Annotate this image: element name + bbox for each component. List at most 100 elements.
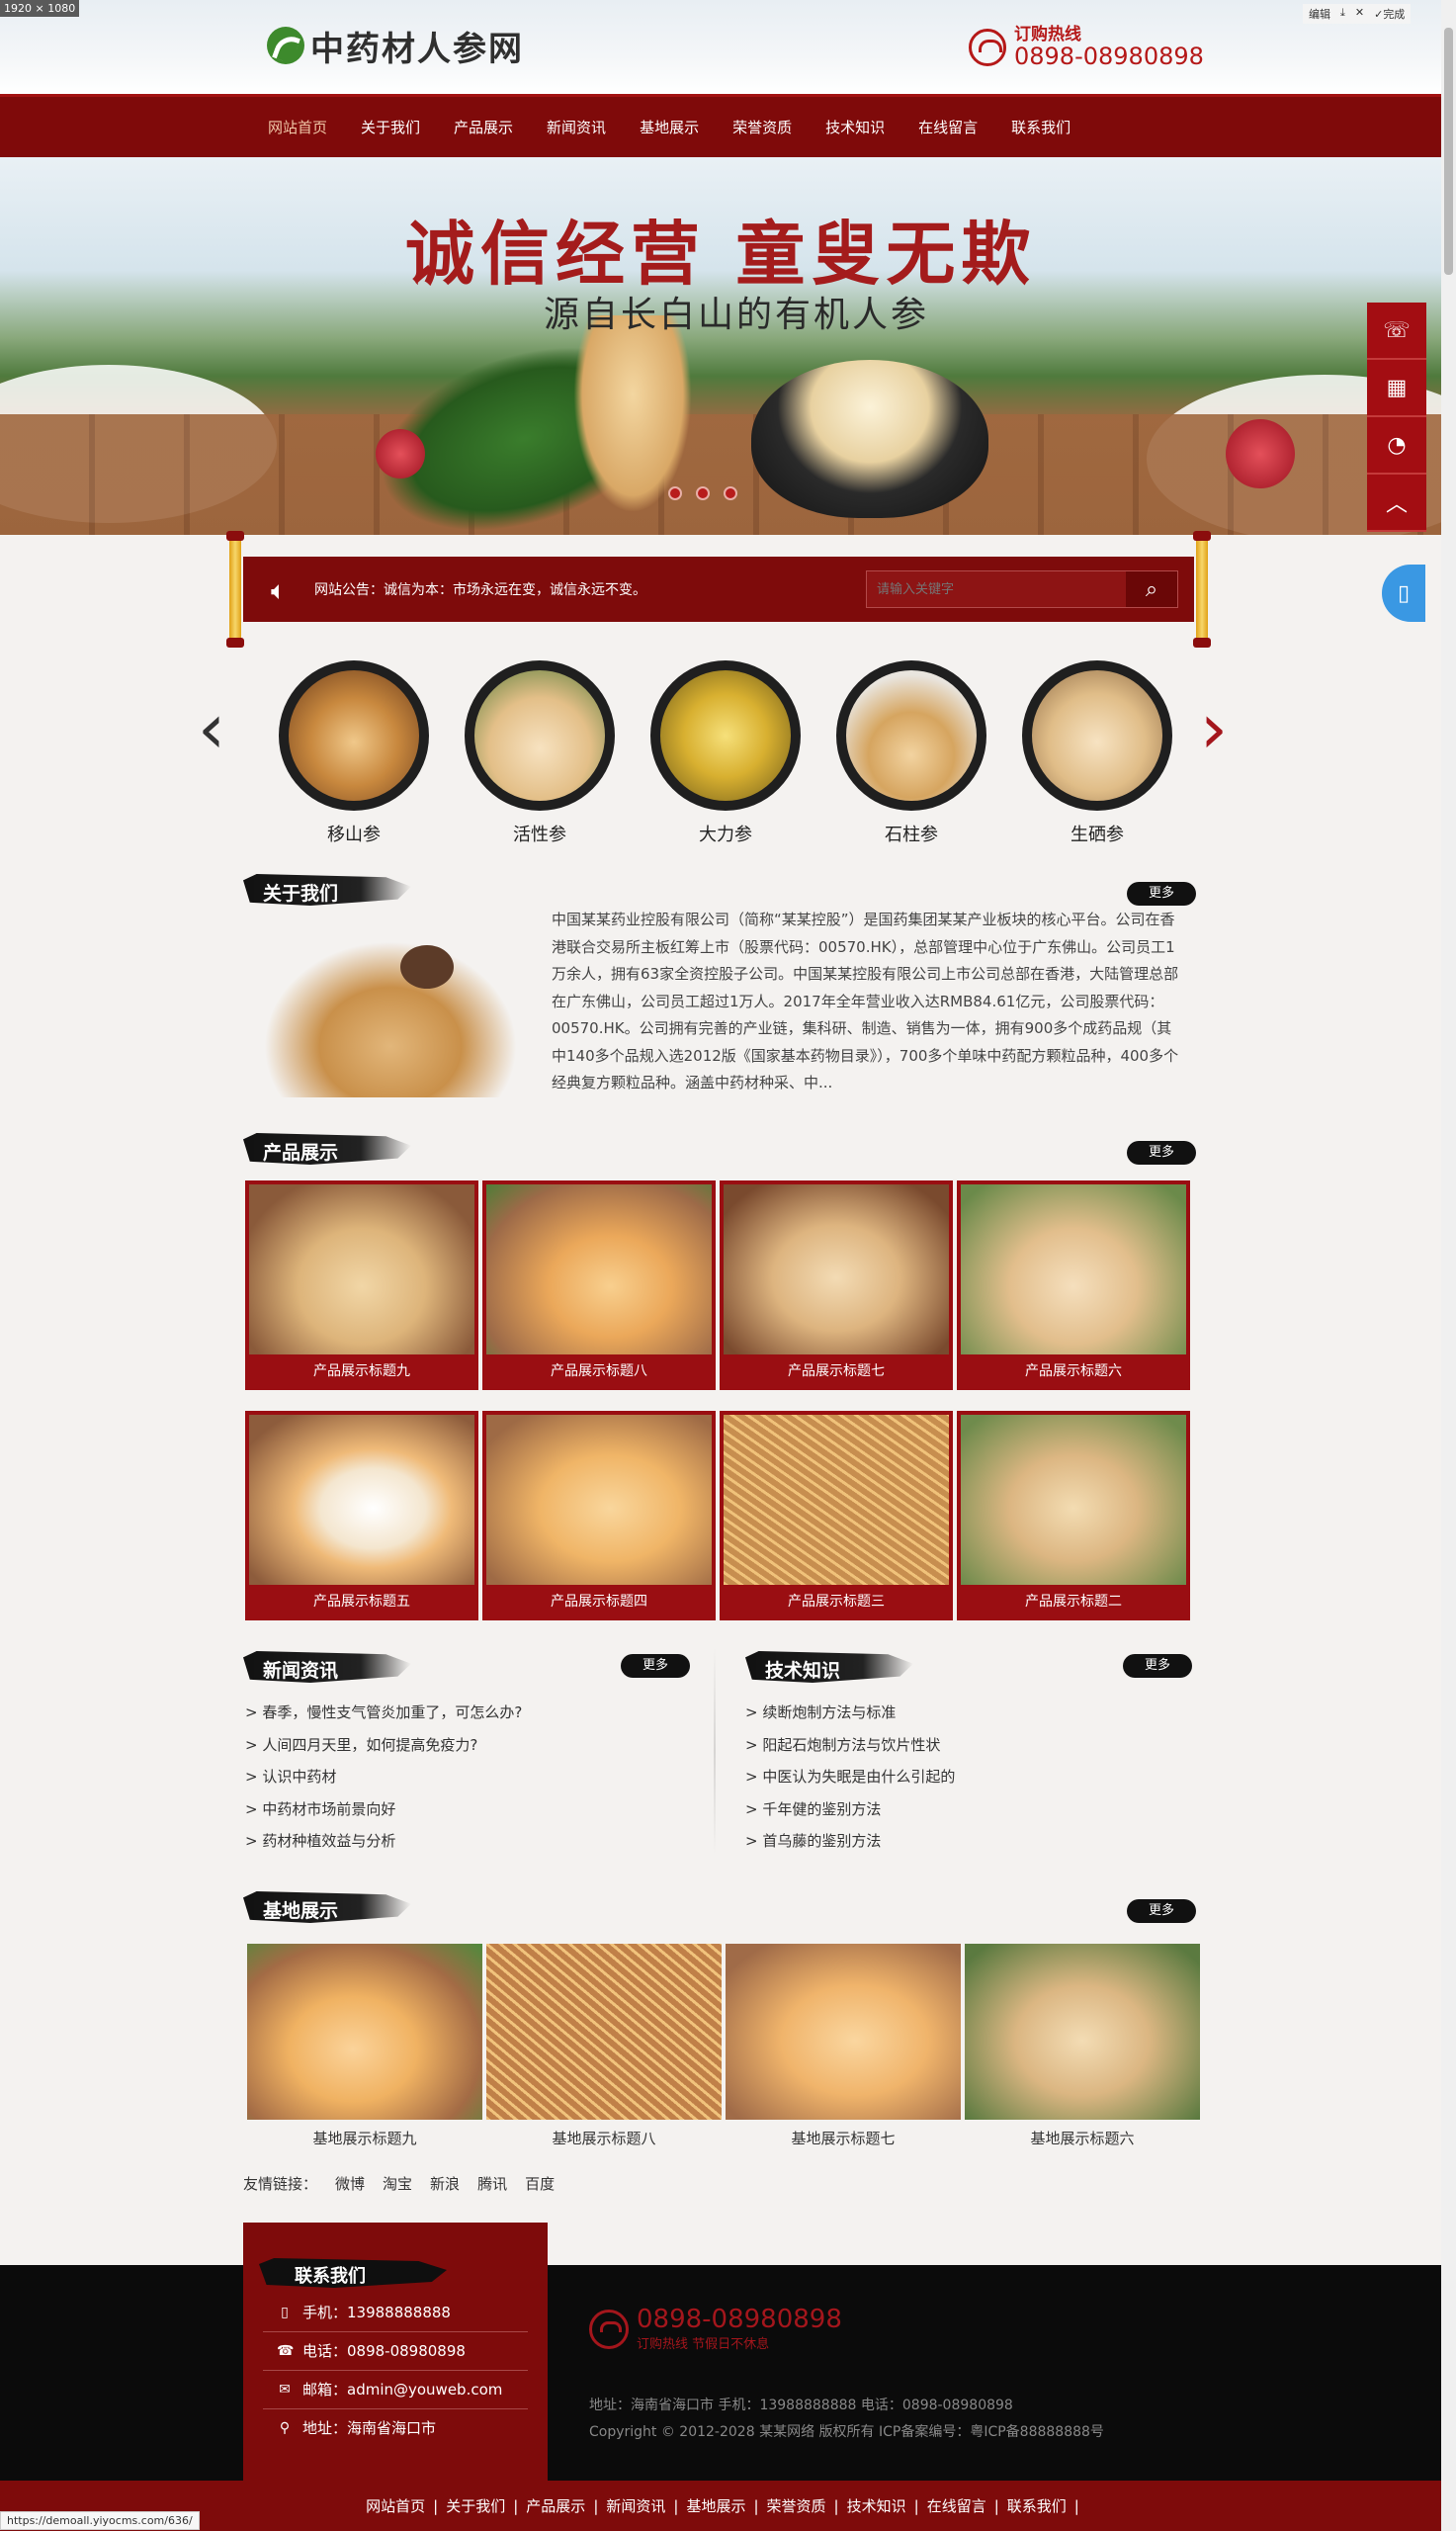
bottom-nav-item[interactable]: 网站首页 bbox=[360, 2495, 431, 2516]
news-item[interactable]: > 认识中药材 bbox=[245, 1761, 710, 1793]
slide-dot[interactable] bbox=[696, 486, 710, 500]
slide-dot[interactable] bbox=[724, 486, 737, 500]
bottom-nav-item[interactable]: 产品展示 bbox=[520, 2495, 591, 2516]
friend-link[interactable]: 腾讯 bbox=[477, 2173, 507, 2194]
news-item[interactable]: > 人间四月天里，如何提高免疫力? bbox=[245, 1729, 710, 1762]
edit-button[interactable]: 编辑 bbox=[1309, 6, 1330, 22]
product-image bbox=[486, 1184, 712, 1354]
news-item[interactable]: > 中药材市场前景向好 bbox=[245, 1793, 710, 1826]
close-icon[interactable]: ✕ bbox=[1355, 6, 1364, 22]
site-logo[interactable]: 中药材人参网 bbox=[267, 22, 524, 69]
nav-honors[interactable]: 荣誉资质 bbox=[716, 117, 809, 137]
section-title: 产品展示 bbox=[263, 1142, 339, 1164]
product-card[interactable]: 产品展示标题四 bbox=[482, 1411, 716, 1620]
bottom-nav-item[interactable]: 技术知识 bbox=[841, 2495, 912, 2516]
tech-item[interactable]: > 中医认为失眠是由什么引起的 bbox=[745, 1761, 1210, 1793]
nav-news[interactable]: 新闻资讯 bbox=[530, 117, 623, 137]
news-more-button[interactable]: 更多 bbox=[621, 1654, 690, 1678]
base-image bbox=[247, 1944, 482, 2120]
product-image bbox=[486, 1415, 712, 1585]
product-image bbox=[249, 1184, 474, 1354]
done-label: 完成 bbox=[1383, 8, 1406, 21]
qrcode-tool-button[interactable]: ▦ bbox=[1367, 360, 1426, 417]
product-card[interactable]: 产品展示标题三 bbox=[720, 1411, 953, 1620]
tech-item[interactable]: > 千年健的鉴别方法 bbox=[745, 1793, 1210, 1826]
slide-dot[interactable] bbox=[668, 486, 682, 500]
base-card[interactable]: 基地展示标题八 bbox=[486, 1944, 722, 2148]
nav-about[interactable]: 关于我们 bbox=[344, 117, 437, 137]
nav-bases[interactable]: 基地展示 bbox=[623, 117, 716, 137]
nav-products[interactable]: 产品展示 bbox=[437, 117, 530, 137]
chat-icon: ◔ bbox=[1387, 432, 1407, 458]
base-image bbox=[965, 1944, 1200, 2120]
bottom-nav-item[interactable]: 联系我们 bbox=[1001, 2495, 1072, 2516]
back-to-top-button[interactable]: ︿ bbox=[1367, 475, 1426, 532]
product-card[interactable]: 产品展示标题九 bbox=[245, 1180, 478, 1390]
hero-banner[interactable]: 诚信经营 童叟无欺 源自长白山的有机人参 bbox=[0, 157, 1441, 535]
products-more-button[interactable]: 更多 bbox=[1127, 1141, 1196, 1165]
download-icon[interactable]: ⤓ bbox=[1340, 6, 1345, 22]
friend-link[interactable]: 淘宝 bbox=[383, 2173, 412, 2194]
search-button[interactable]: ⌕ bbox=[1126, 571, 1177, 607]
base-card[interactable]: 基地展示标题九 bbox=[247, 1944, 482, 2148]
nav-home[interactable]: 网站首页 bbox=[251, 117, 344, 137]
nav-tech[interactable]: 技术知识 bbox=[809, 117, 901, 137]
carousel-next-arrow-icon[interactable]: › bbox=[1200, 688, 1228, 769]
vertical-scrollbar[interactable] bbox=[1441, 0, 1456, 2531]
tech-item[interactable]: > 续断炮制方法与标准 bbox=[745, 1697, 1210, 1729]
qq-tool-button[interactable]: ◔ bbox=[1367, 417, 1426, 475]
search-input[interactable] bbox=[867, 571, 1126, 607]
wood-board-image bbox=[0, 414, 1441, 535]
product-card[interactable]: 产品展示标题二 bbox=[957, 1411, 1190, 1620]
separator: | bbox=[1073, 2496, 1079, 2515]
done-button[interactable]: ✓完成 bbox=[1374, 6, 1405, 22]
bases-section-header: 基地展示 bbox=[243, 1887, 411, 1929]
category-item[interactable]: 石柱参 bbox=[832, 660, 990, 846]
category-item[interactable]: 生硒参 bbox=[1018, 660, 1176, 846]
search-icon: ⌕ bbox=[1145, 576, 1158, 602]
base-card[interactable]: 基地展示标题六 bbox=[965, 1944, 1200, 2148]
mobile-icon: ▯ bbox=[1397, 580, 1411, 606]
friend-links: 友情链接： 微博 淘宝 新浪 腾讯 百度 bbox=[243, 2173, 555, 2194]
category-item[interactable]: 活性参 bbox=[461, 660, 619, 846]
friend-link[interactable]: 百度 bbox=[525, 2173, 555, 2194]
product-title: 产品展示标题四 bbox=[551, 1594, 647, 1610]
friend-link[interactable]: 新浪 bbox=[430, 2173, 460, 2194]
nav-contact[interactable]: 联系我们 bbox=[994, 117, 1087, 137]
bases-more-button[interactable]: 更多 bbox=[1127, 1899, 1196, 1923]
category-item[interactable]: 大力参 bbox=[646, 660, 805, 846]
product-image bbox=[249, 1415, 474, 1585]
bottom-nav-item[interactable]: 基地展示 bbox=[680, 2495, 751, 2516]
bottom-nav-item[interactable]: 荣誉资质 bbox=[761, 2495, 832, 2516]
product-card[interactable]: 产品展示标题七 bbox=[720, 1180, 953, 1390]
bottom-nav-item[interactable]: 关于我们 bbox=[440, 2495, 511, 2516]
category-item[interactable]: 移山参 bbox=[275, 660, 433, 846]
phone-tool-button[interactable]: ☏ bbox=[1367, 303, 1426, 360]
category-image bbox=[279, 660, 429, 811]
footer-phone-subtitle: 订购热线 节假日不休息 bbox=[637, 2337, 770, 2352]
contact-email: ✉ 邮箱：admin@youweb.com bbox=[263, 2371, 528, 2409]
product-card[interactable]: 产品展示标题八 bbox=[482, 1180, 716, 1390]
bottom-nav-item[interactable]: 在线留言 bbox=[921, 2495, 992, 2516]
tech-more-button[interactable]: 更多 bbox=[1123, 1654, 1192, 1678]
news-item[interactable]: > 春季，慢性支气管炎加重了，可怎么办? bbox=[245, 1697, 710, 1729]
section-title: 新闻资讯 bbox=[263, 1660, 339, 1682]
carousel-prev-arrow-icon[interactable]: ‹ bbox=[198, 688, 225, 769]
nav-message[interactable]: 在线留言 bbox=[901, 117, 994, 137]
bottom-nav-item[interactable]: 新闻资讯 bbox=[600, 2495, 671, 2516]
tech-item[interactable]: > 阳起石炮制方法与饮片性状 bbox=[745, 1729, 1210, 1762]
section-title: 技术知识 bbox=[765, 1660, 841, 1682]
telephone-icon: ☎ bbox=[277, 2343, 295, 2359]
product-card[interactable]: 产品展示标题五 bbox=[245, 1411, 478, 1620]
base-card[interactable]: 基地展示标题七 bbox=[726, 1944, 961, 2148]
scrollbar-thumb[interactable] bbox=[1444, 28, 1453, 275]
mobile-site-button[interactable]: ▯ bbox=[1382, 565, 1425, 622]
news-item[interactable]: > 药材种植效益与分析 bbox=[245, 1825, 710, 1858]
product-title: 产品展示标题六 bbox=[1025, 1363, 1122, 1379]
friend-link[interactable]: 微博 bbox=[335, 2173, 365, 2194]
about-more-button[interactable]: 更多 bbox=[1127, 882, 1196, 906]
category-name: 大力参 bbox=[699, 825, 752, 845]
product-card[interactable]: 产品展示标题六 bbox=[957, 1180, 1190, 1390]
contact-phone-text: 电话：0898-08980898 bbox=[302, 2342, 466, 2360]
tech-item[interactable]: > 首乌藤的鉴别方法 bbox=[745, 1825, 1210, 1858]
